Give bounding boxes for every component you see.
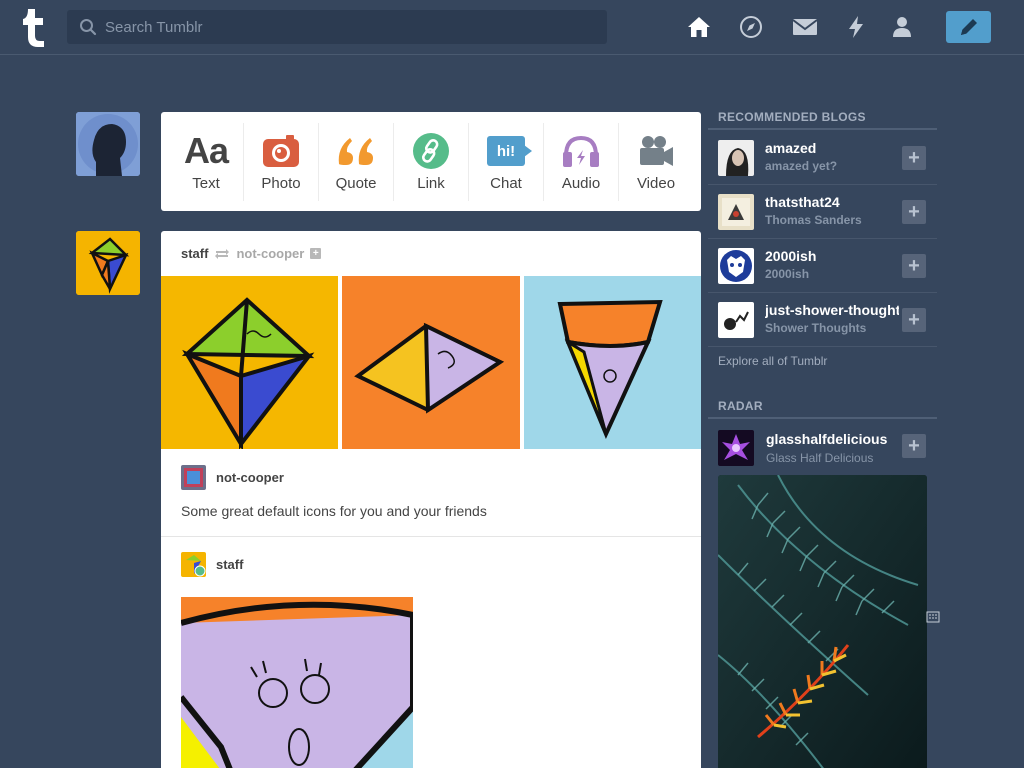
post-type-text-label: Text <box>192 175 220 192</box>
blog-avatar[interactable] <box>718 194 754 230</box>
radar-blog-row[interactable]: glasshalfdelicious Glass Half Delicious … <box>708 428 937 470</box>
top-bar <box>0 0 1024 55</box>
home-icon[interactable] <box>686 14 712 40</box>
follow-button[interactable]: + <box>902 200 926 224</box>
post-type-text[interactable]: Aa Text <box>169 122 244 201</box>
recommended-blogs-title: RECOMMENDED BLOGS <box>718 110 866 124</box>
radar-image[interactable] <box>718 475 927 768</box>
blog-name[interactable]: just-shower-thoughts <box>765 302 899 318</box>
recommended-blog-row[interactable]: just-shower-thoughts Shower Thoughts + <box>708 293 937 347</box>
blog-name[interactable]: thatsthat24 <box>765 194 899 210</box>
headphones-icon <box>560 131 602 171</box>
inbox-icon[interactable] <box>792 14 818 40</box>
text-icon: Aa <box>183 130 229 171</box>
reblog-icon <box>215 248 230 259</box>
radar-blog-title: Glass Half Delicious <box>766 451 874 465</box>
search-icon <box>80 19 97 36</box>
tumblr-logo-icon[interactable] <box>16 6 52 48</box>
radar-follow-button[interactable]: + <box>902 434 926 458</box>
photoset-image-2[interactable] <box>342 276 520 449</box>
post-type-chat[interactable]: hi! Chat <box>469 122 544 201</box>
explore-icon[interactable] <box>738 14 764 40</box>
reblog-source-row: not-cooper <box>181 465 284 490</box>
post-type-chat-label: Chat <box>490 175 522 192</box>
recommended-blog-row[interactable]: thatsthat24 Thomas Sanders + <box>708 185 937 239</box>
post-type-video[interactable]: Video <box>619 123 693 201</box>
reblog-source-avatar[interactable] <box>181 465 206 490</box>
blog-avatar[interactable] <box>718 302 754 338</box>
camera-icon <box>260 131 302 171</box>
search-input[interactable] <box>105 10 595 44</box>
chat-icon: hi! <box>485 131 532 171</box>
post-type-link-label: Link <box>417 175 445 192</box>
post-type-video-label: Video <box>636 175 676 192</box>
compose-button[interactable] <box>946 11 991 43</box>
search-box <box>67 10 607 44</box>
activity-icon[interactable] <box>843 14 869 40</box>
follow-plus-icon[interactable]: + <box>310 248 322 259</box>
reblogged-from-link[interactable]: not-cooper <box>236 246 304 261</box>
blog-name[interactable]: 2000ish <box>765 248 899 264</box>
blog-title: Shower Thoughts <box>765 321 867 335</box>
photoset-image-3[interactable] <box>524 276 701 449</box>
follow-button[interactable]: + <box>902 254 926 278</box>
post-type-quote-label: Quote <box>335 175 377 192</box>
blog-name[interactable]: amazed <box>765 140 899 156</box>
post-type-bar: Aa Text Photo Quote Link hi! Chat Audio … <box>161 112 701 211</box>
staff-name[interactable]: staff <box>216 557 243 572</box>
recommended-blog-row[interactable]: amazed amazed yet? + <box>708 131 937 185</box>
blog-avatar[interactable] <box>718 140 754 176</box>
explore-all-link[interactable]: Explore all of Tumblr <box>718 354 827 368</box>
follow-button[interactable]: + <box>902 146 926 170</box>
radar-rule <box>708 417 937 419</box>
post-author-avatar[interactable] <box>76 231 140 295</box>
post-divider <box>161 536 701 537</box>
post-type-audio-label: Audio <box>561 175 601 192</box>
quote-icon <box>335 131 377 171</box>
post-type-quote[interactable]: Quote <box>319 122 394 201</box>
reblog-body-text: Some great default icons for you and you… <box>181 503 487 519</box>
blog-avatar[interactable] <box>718 248 754 284</box>
post-type-photo-label: Photo <box>261 175 301 192</box>
staff-avatar[interactable] <box>181 552 206 577</box>
pencil-icon <box>960 19 977 35</box>
user-avatar[interactable] <box>76 112 140 176</box>
video-camera-icon <box>635 131 677 171</box>
reblog-source-name[interactable]: not-cooper <box>216 470 284 485</box>
post-type-audio[interactable]: Audio <box>544 122 619 201</box>
account-icon[interactable] <box>889 14 915 40</box>
staff-source-row: staff <box>181 552 243 577</box>
keyboard-shortcuts-icon[interactable] <box>926 610 940 624</box>
recommended-rule <box>708 128 937 130</box>
post-type-link[interactable]: Link <box>394 122 469 201</box>
post-type-photo[interactable]: Photo <box>244 122 319 201</box>
post-header: staff not-cooper + <box>181 246 322 261</box>
radar-blog-name[interactable]: glasshalfdelicious <box>766 431 887 447</box>
blog-title: 2000ish <box>765 267 810 281</box>
dashboard-post: staff not-cooper + not-cooper Some great… <box>161 231 701 768</box>
blog-title: amazed yet? <box>765 159 838 173</box>
blog-title: Thomas Sanders <box>765 213 862 227</box>
recommended-blog-row[interactable]: 2000ish 2000ish + <box>708 239 937 293</box>
radar-blog-avatar[interactable] <box>718 430 754 466</box>
link-icon <box>410 131 452 171</box>
chat-icon-text: hi! <box>496 142 516 160</box>
follow-button[interactable]: + <box>902 308 926 332</box>
post-author-link[interactable]: staff <box>181 246 208 261</box>
photoset-image-1[interactable] <box>161 276 338 452</box>
post-image[interactable] <box>181 597 413 768</box>
photoset <box>161 276 701 452</box>
radar-title: RADAR <box>718 399 763 413</box>
